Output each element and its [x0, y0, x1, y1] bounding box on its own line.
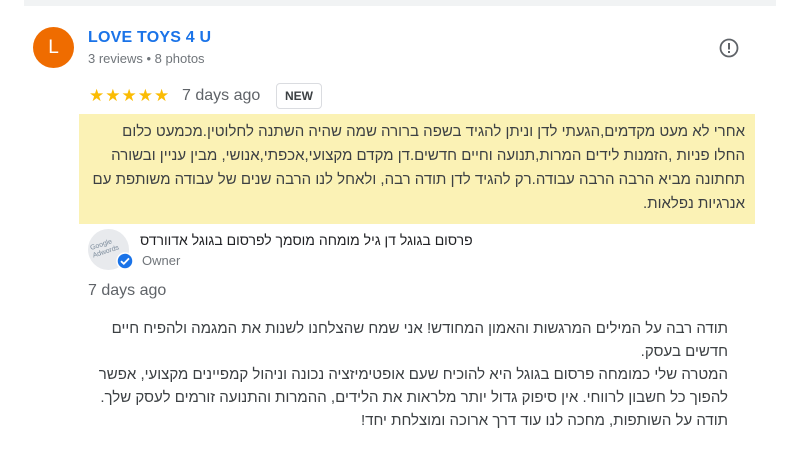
review-text: אחרי לא מעט מקדמים,הגעתי לדן וניתן להגיד…	[92, 123, 745, 212]
owner-name[interactable]: פרסום בגוגל דן גיל מומחה מוסמך לפרסום בג…	[140, 232, 520, 248]
reply-paragraph: תודה רבה על המילים המרגשות והאמון המחודש…	[111, 320, 728, 360]
review-date: 7 days ago	[182, 87, 261, 104]
owner-reply-text: תודה רבה על המילים המרגשות והאמון המחודש…	[80, 317, 728, 432]
reviewer-avatar[interactable]: L	[33, 27, 74, 68]
reply-date: 7 days ago	[88, 282, 167, 299]
star-rating: ★★★★★	[89, 86, 171, 105]
owner-role: Owner	[142, 253, 181, 268]
review-text-highlight: אחרי לא מעט מקדמים,הגעתי לדן וניתן להגיד…	[79, 114, 755, 224]
reply-paragraph: המטרה שלי כמומחה פרסום בגוגל היא להוכיח …	[98, 366, 728, 406]
previous-card-edge	[24, 0, 776, 6]
verified-check-icon	[116, 252, 134, 270]
reviewer-meta: 3 reviews • 8 photos	[88, 51, 205, 66]
report-flag-icon[interactable]	[719, 38, 739, 58]
reply-paragraph: תודה על השותפות, מחכה לנו עוד דרך ארוכה …	[361, 412, 728, 429]
reviewer-name-link[interactable]: LOVE TOYS 4 U	[88, 29, 211, 47]
new-badge: NEW	[276, 83, 322, 109]
